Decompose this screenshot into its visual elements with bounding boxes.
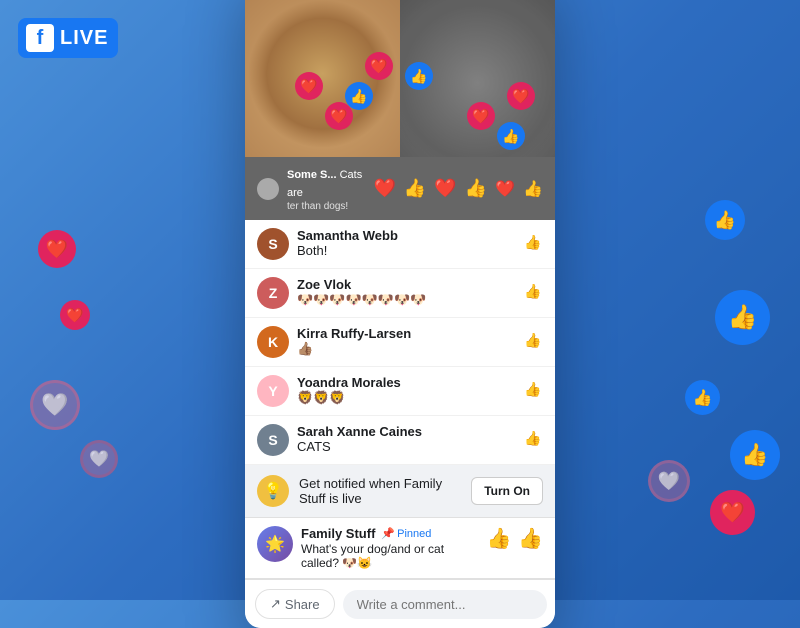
bg-heart-outline-2: 🤍 (80, 440, 118, 478)
pinned-badge: 📌 Pinned (381, 527, 431, 540)
pinned-post: 🌟 Family Stuff 📌 Pinned What's your dog/… (245, 518, 555, 579)
comment-avatar: Z (257, 277, 289, 309)
bg-heart-outline-3: 🤍 (648, 460, 690, 502)
share-button[interactable]: ↗ Share (255, 589, 335, 619)
bg-heart-1: ❤️ (38, 230, 76, 268)
comment-content: Samantha Webb Both! (297, 228, 515, 258)
pinned-channel-name: Family Stuff (301, 526, 375, 541)
pinned-like-1: 👍 (487, 528, 512, 550)
video-section: LIVE ♦ 7.4k ❤️ ❤️ 👍 ❤️ ❤️ 👍 ❤️ 👍 (245, 0, 555, 157)
pinned-content: Family Stuff 📌 Pinned What's your dog/an… (301, 526, 479, 570)
comment-name: Sarah Xanne Caines (297, 424, 515, 439)
pinned-like-2: 👍 (518, 528, 543, 550)
comment-input[interactable] (343, 590, 547, 619)
top-comment-text: Some S... Cats are (287, 169, 362, 199)
bg-like-3: 👍 (685, 380, 720, 415)
bottom-bar: ↗ Share ❤️ 👍 ❤️ (245, 579, 555, 628)
comment-name: Samantha Webb (297, 228, 515, 243)
comment-like-btn[interactable]: 👍 (523, 428, 543, 448)
top-comment-avatar (257, 178, 279, 200)
comment-message: CATS (297, 439, 515, 454)
comment-name: Yoandra Morales (297, 375, 515, 390)
comment-like-btn[interactable]: 👍 (523, 232, 543, 252)
comment-content: Kirra Ruffy-Larsen 👍🏽 (297, 326, 515, 357)
comment-item: Y Yoandra Morales 🦁🦁🦁 👍 (245, 367, 555, 416)
notification-bar: 💡 Get notified when Family Stuff is live… (245, 465, 555, 518)
top-comment-subtext: ter than dogs! (287, 201, 365, 212)
comment-item: S Samantha Webb Both! 👍 (245, 220, 555, 269)
comment-content: Sarah Xanne Caines CATS (297, 424, 515, 454)
live-label: LIVE (60, 27, 108, 50)
comment-content: Zoe Vlok 🐶🐶🐶🐶🐶🐶🐶🐶 (297, 277, 515, 308)
comment-item: S Sarah Xanne Caines CATS 👍 (245, 416, 555, 465)
bg-like-4: 👍 (730, 430, 780, 480)
comment-like-btn[interactable]: 👍 (523, 281, 543, 301)
cat-face (245, 0, 400, 157)
fb-live-badge: f LIVE (18, 18, 118, 58)
notification-icon: 💡 (257, 475, 289, 507)
fb-logo: f (26, 24, 54, 52)
comment-message: 🐶🐶🐶🐶🐶🐶🐶🐶 (297, 292, 515, 308)
comment-content: Yoandra Morales 🦁🦁🦁 (297, 375, 515, 406)
notification-text: Get notified when Family Stuff is live (299, 476, 461, 506)
bg-heart-2: ❤️ (60, 300, 90, 330)
comment-item: Z Zoe Vlok 🐶🐶🐶🐶🐶🐶🐶🐶 👍 (245, 269, 555, 318)
bg-like-1: 👍 (705, 200, 745, 240)
comment-heart-icon-3: ❤️ (495, 179, 515, 199)
comment-message: 👍🏽 (297, 341, 515, 357)
comment-avatar: S (257, 424, 289, 456)
pinned-reactions: 👍 👍 (487, 526, 543, 551)
comment-like-btn[interactable]: 👍 (523, 379, 543, 399)
phone-card: LIVE ♦ 7.4k ❤️ ❤️ 👍 ❤️ ❤️ 👍 ❤️ 👍 Some S.… (245, 0, 555, 628)
dog-face (400, 0, 555, 157)
comment-like-icon: 👍 (404, 178, 426, 199)
pinned-header: Family Stuff 📌 Pinned (301, 526, 479, 541)
comment-avatar: S (257, 228, 289, 260)
comment-message: 🦁🦁🦁 (297, 390, 515, 406)
share-icon: ↗ (270, 596, 281, 612)
bg-heart-outline-1: 🤍 (30, 380, 80, 430)
pinned-message: What's your dog/and or cat called? 🐶😺 (301, 542, 479, 570)
comment-name: Kirra Ruffy-Larsen (297, 326, 515, 341)
comment-avatar: K (257, 326, 289, 358)
top-comment-content: Some S... Cats are ter than dogs! (287, 165, 365, 212)
top-comment-bar: Some S... Cats are ter than dogs! ❤️ 👍 ❤… (245, 157, 555, 220)
turn-on-button[interactable]: Turn On (471, 477, 543, 505)
comment-avatar: Y (257, 375, 289, 407)
pinned-avatar: 🌟 (257, 526, 293, 562)
comment-item: K Kirra Ruffy-Larsen 👍🏽 👍 (245, 318, 555, 367)
comment-heart-icon: ❤️ (373, 178, 395, 199)
comment-name: Zoe Vlok (297, 277, 515, 292)
comment-heart-icon-2: ❤️ (434, 178, 456, 199)
comment-message: Both! (297, 243, 515, 258)
comment-like-icon-2: 👍 (465, 178, 487, 199)
comments-list: S Samantha Webb Both! 👍 Z Zoe Vlok 🐶🐶🐶🐶🐶… (245, 220, 555, 465)
bg-heart-3: ❤️ (710, 490, 755, 535)
comment-like-btn[interactable]: 👍 (523, 330, 543, 350)
video-cat: LIVE (245, 0, 400, 157)
video-dog: ♦ 7.4k (400, 0, 555, 157)
comment-like-icon-3: 👍 (523, 179, 543, 199)
bg-like-2: 👍 (715, 290, 770, 345)
